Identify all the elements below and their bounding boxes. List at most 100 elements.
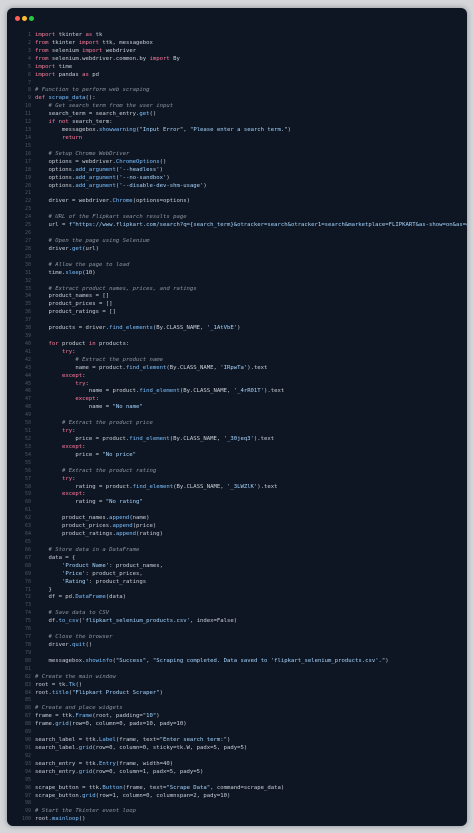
- line-number: 77: [24, 634, 31, 641]
- code-text: rating = product.find_element(By.CLASS_N…: [35, 483, 278, 490]
- code-text: name = "No name": [35, 404, 143, 411]
- code-line: 64 product_ratings.append(rating): [7, 531, 467, 539]
- line-number: 57: [24, 475, 31, 482]
- code-text: driver = webdriver.Chrome(options=option…: [35, 198, 190, 205]
- code-text: if not search_term:: [48, 119, 113, 126]
- line-number: 83: [24, 681, 31, 688]
- code-line: 8 # Function to perform web scraping: [7, 87, 467, 95]
- code-line: 63 product_prices.append(price): [7, 523, 467, 531]
- code-line: 31 time.sleep(10): [7, 270, 467, 278]
- code-text: messagebox.showwarning("Input Error", "P…: [35, 127, 291, 134]
- code-line: 83 root = tk.Tk(): [7, 682, 467, 690]
- code-line: 4 from selenium.webdriver.common.by impor…: [7, 56, 467, 64]
- code-text: # Create and place widgets: [35, 705, 123, 712]
- line-number: 86: [24, 705, 31, 712]
- code-line: 39: [7, 333, 467, 341]
- code-text: # Setup Chrome WebDriver: [48, 150, 130, 157]
- code-text: time.sleep(10): [35, 269, 96, 276]
- code-text: url = f"https://www.flipkart.com/search?…: [35, 222, 467, 229]
- close-icon[interactable]: [15, 16, 20, 21]
- code-text: # Extract the product price: [61, 420, 153, 427]
- line-number: 40: [24, 340, 31, 347]
- code-line: 59 except:: [7, 491, 467, 499]
- code-line: 45 try:: [7, 381, 467, 389]
- code-text: search_label = ttk.Label(frame, text="En…: [35, 737, 231, 744]
- code-text: search_label.grid(row=0, column=0, stick…: [35, 744, 248, 751]
- code-line: 86 # Create and place widgets: [7, 705, 467, 713]
- code-text: # Create the main window: [35, 673, 116, 680]
- code-line: 89: [7, 729, 467, 737]
- code-text: # Save data to CSV: [48, 610, 110, 617]
- code-text: # Extract the product rating: [61, 467, 157, 474]
- code-line: 17 options = webdriver.ChromeOptions(): [7, 159, 467, 167]
- line-number: 33: [24, 285, 31, 292]
- line-number: 43: [24, 364, 31, 371]
- code-text: product_prices = []: [35, 301, 113, 308]
- line-number: 55: [24, 459, 31, 466]
- line-number: 64: [24, 531, 31, 538]
- code-line: 38 products = driver.find_elements(By.CL…: [7, 325, 467, 333]
- code-text: import tkinter as tk: [35, 32, 103, 38]
- code-line: 98: [7, 800, 467, 808]
- code-text: # Store data in a DataFrame: [48, 546, 140, 553]
- code-text: # Close the browser: [48, 634, 113, 641]
- code-text: # URL of the Flipkart search results pag…: [48, 214, 187, 221]
- code-line: 74 # Save data to CSV: [7, 610, 467, 618]
- maximize-icon[interactable]: [29, 16, 34, 21]
- code-text: }: [35, 586, 52, 593]
- line-number: 46: [24, 388, 31, 395]
- line-number: 52: [24, 436, 31, 443]
- code-text: import time: [35, 63, 73, 70]
- line-number: 67: [24, 554, 31, 561]
- code-line: 79: [7, 650, 467, 658]
- line-number: 50: [24, 420, 31, 427]
- code-text: product_prices.append(price): [35, 523, 157, 530]
- code-line: 16 # Setup Chrome WebDriver: [7, 151, 467, 159]
- minimize-icon[interactable]: [22, 16, 27, 21]
- code-line: 78 driver.quit(): [7, 642, 467, 650]
- line-number: 87: [24, 713, 31, 720]
- code-line: 53 except:: [7, 444, 467, 452]
- line-number: 85: [24, 697, 31, 704]
- line-number: 41: [24, 348, 31, 355]
- line-number: 34: [24, 293, 31, 300]
- code-line: 93 search_entry = ttk.Entry(frame, width=…: [7, 761, 467, 769]
- code-text: try:: [61, 428, 76, 435]
- line-number: 54: [24, 451, 31, 458]
- window-titlebar: [7, 8, 467, 28]
- code-line: 57 try:: [7, 476, 467, 484]
- code-line: 5 import time: [7, 64, 467, 72]
- line-number: 74: [24, 610, 31, 617]
- code-line: 3 from selenium import webdriver: [7, 48, 467, 56]
- code-line: 100 root.mainloop(): [7, 816, 467, 824]
- line-number: 73: [24, 602, 31, 609]
- code-line: 37: [7, 317, 467, 325]
- line-number: 100: [21, 816, 31, 823]
- code-line: 62 product_names.append(name): [7, 515, 467, 523]
- code-text: df.to_csv('flipkart_selenium_products.cs…: [35, 618, 238, 625]
- code-text: driver.get(url): [35, 245, 99, 252]
- line-number: 92: [24, 752, 31, 759]
- line-number: 21: [24, 190, 31, 197]
- code-line: 67 data = {: [7, 555, 467, 563]
- code-text: driver.quit(): [35, 641, 93, 648]
- line-number: 23: [24, 206, 31, 213]
- code-text: scrape_button = ttk.Button(frame, text="…: [35, 784, 285, 791]
- line-number: 39: [24, 333, 31, 340]
- line-number: 27: [24, 237, 31, 244]
- code-line: 60 rating = "No rating": [7, 499, 467, 507]
- code-text: 'Price': product_prices,: [61, 570, 143, 577]
- code-line: 92: [7, 753, 467, 761]
- code-line: 69 'Price': product_prices,: [7, 571, 467, 579]
- code-line: 47 except:: [7, 396, 467, 404]
- code-line: 20 options.add_argument('--disable-dev-s…: [7, 183, 467, 191]
- line-number: 14: [24, 134, 31, 141]
- line-number: 93: [24, 760, 31, 767]
- code-line: 66 # Store data in a DataFrame: [7, 547, 467, 555]
- code-line: 95: [7, 777, 467, 785]
- code-text: # Get search term from the user input: [48, 103, 174, 110]
- code-line: 30 # Allow the page to load: [7, 262, 467, 270]
- line-number: 65: [24, 539, 31, 545]
- line-number: 91: [24, 744, 31, 751]
- line-number: 88: [24, 721, 31, 728]
